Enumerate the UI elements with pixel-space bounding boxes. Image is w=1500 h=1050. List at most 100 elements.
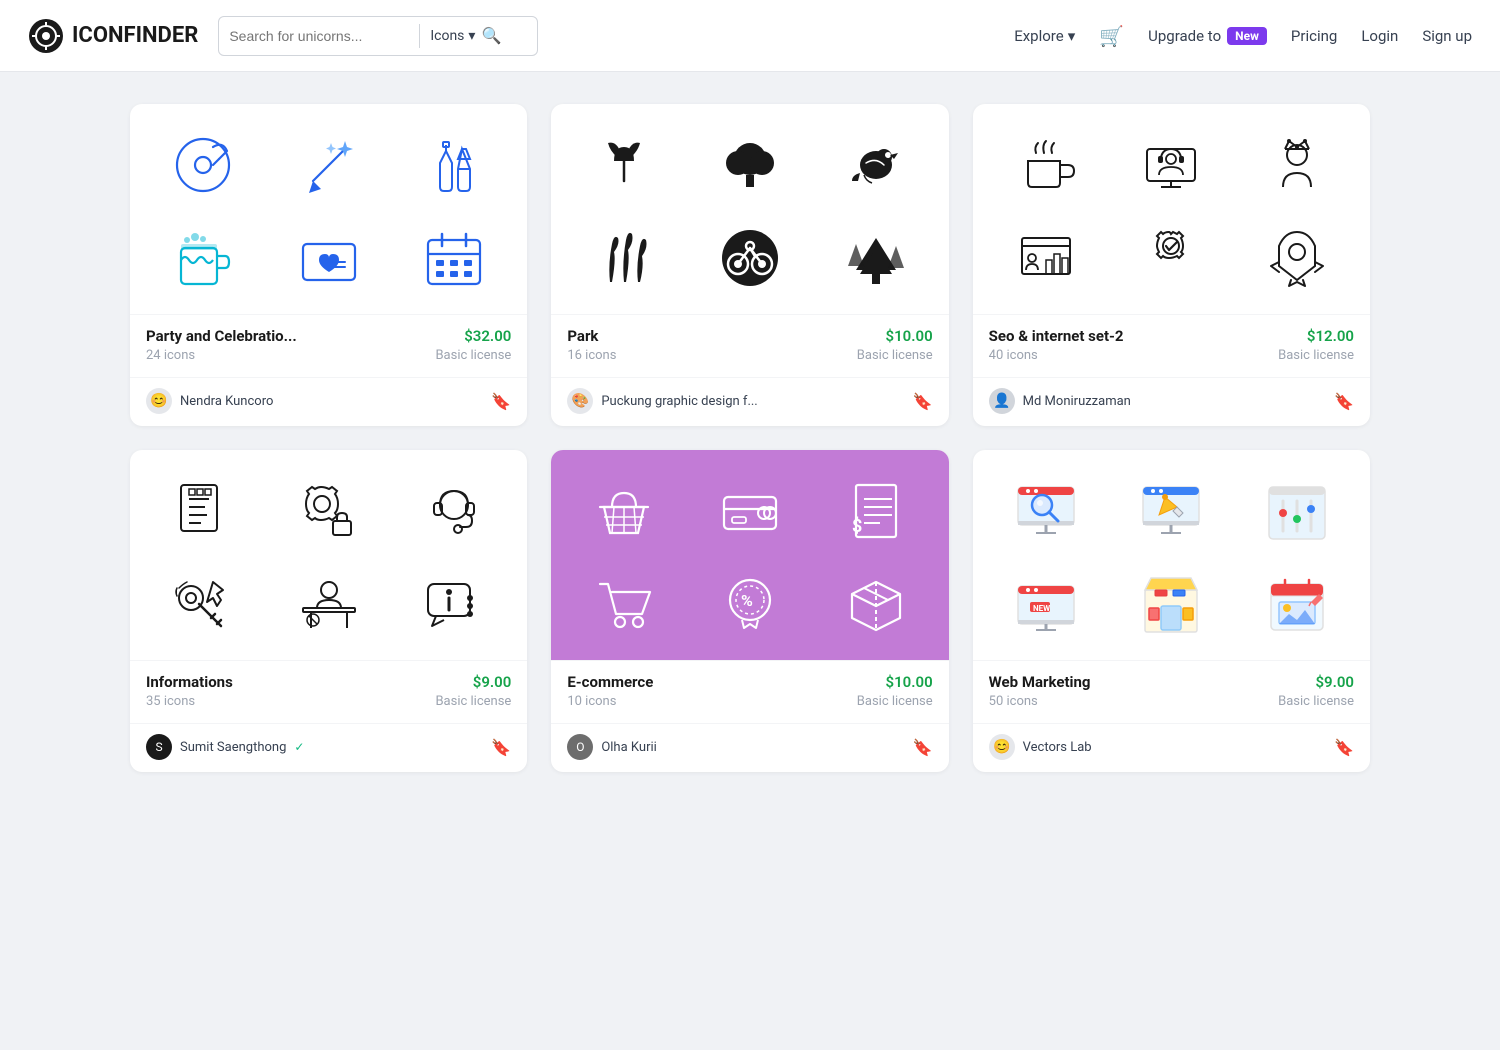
author-avatar: 😊 (146, 388, 172, 414)
search-input[interactable] (229, 28, 409, 44)
chevron-down-icon: ▾ (468, 28, 475, 44)
preview-icon (716, 477, 784, 545)
preview-icon (1263, 224, 1331, 292)
preview-icon (842, 131, 910, 199)
card-party[interactable]: Party and Celebratio... $32.00 24 icons … (130, 104, 527, 426)
card-park[interactable]: Park $10.00 16 icons Basic license 🎨 Puc… (551, 104, 948, 426)
preview-icon (295, 477, 363, 545)
preview-icon (1012, 224, 1080, 292)
card-park-info: Park $10.00 16 icons Basic license (551, 314, 948, 377)
card-price: $12.00 (1307, 327, 1354, 345)
logo-text: ICONFINDER (72, 23, 198, 48)
upgrade-prefix: Upgrade to (1148, 27, 1221, 45)
cart-button[interactable]: 🛒 (1099, 24, 1124, 48)
bookmark-icon[interactable]: 🔖 (1334, 392, 1354, 411)
card-price: $10.00 (886, 673, 933, 691)
icon-packs-grid: Party and Celebratio... $32.00 24 icons … (130, 104, 1370, 772)
card-license: Basic license (435, 694, 511, 709)
preview-icon (420, 570, 488, 638)
search-button[interactable]: 🔍 (481, 26, 501, 45)
search-bar[interactable]: Icons ▾ 🔍 (218, 16, 538, 56)
card-title: Party and Celebratio... (146, 327, 297, 345)
bookmark-icon[interactable]: 🔖 (491, 392, 511, 411)
preview-icon (1012, 477, 1080, 545)
card-license: Basic license (1278, 694, 1354, 709)
login-link[interactable]: Login (1361, 27, 1398, 45)
card-count: 10 icons (567, 694, 616, 709)
author-name: Vectors Lab (1023, 740, 1092, 755)
card-seo-preview (973, 104, 1370, 314)
card-seo-footer: 👤 Md Moniruzzaman 🔖 (973, 377, 1370, 426)
svg-text:%: % (741, 591, 753, 610)
card-title: Informations (146, 673, 233, 691)
preview-icon (169, 224, 237, 292)
preview-icon (1137, 224, 1205, 292)
author-info[interactable]: 😊 Nendra Kuncoro (146, 388, 273, 414)
author-info[interactable]: 👤 Md Moniruzzaman (989, 388, 1131, 414)
signup-link[interactable]: Sign up (1422, 27, 1472, 45)
card-count: 16 icons (567, 348, 616, 363)
search-type-label: Icons (430, 28, 464, 44)
preview-icon (590, 477, 658, 545)
preview-icon (1263, 477, 1331, 545)
card-webmarketing-footer: 😊 Vectors Lab 🔖 (973, 723, 1370, 772)
header: ICONFINDER Icons ▾ 🔍 Explore ▾ 🛒 Upgrade… (0, 0, 1500, 72)
card-license: Basic license (857, 348, 933, 363)
card-party-preview (130, 104, 527, 314)
author-avatar: 😊 (989, 734, 1015, 760)
bookmark-icon[interactable]: 🔖 (491, 738, 511, 757)
bookmark-icon[interactable]: 🔖 (1334, 738, 1354, 757)
preview-icon (1263, 570, 1331, 638)
author-info[interactable]: O Olha Kurii (567, 734, 656, 760)
preview-icon (1137, 131, 1205, 199)
card-count: 50 icons (989, 694, 1038, 709)
card-license: Basic license (1278, 348, 1354, 363)
author-avatar: O (567, 734, 593, 760)
card-informations[interactable]: Informations $9.00 35 icons Basic licens… (130, 450, 527, 772)
author-info[interactable]: 😊 Vectors Lab (989, 734, 1092, 760)
preview-icon (1263, 131, 1331, 199)
main-content: Party and Celebratio... $32.00 24 icons … (90, 72, 1410, 804)
preview-icon (420, 224, 488, 292)
preview-icon (590, 131, 658, 199)
search-type-selector[interactable]: Icons ▾ (430, 28, 475, 44)
nav-explore[interactable]: Explore ▾ (1014, 27, 1075, 45)
preview-icon (169, 570, 237, 638)
explore-label: Explore (1014, 27, 1064, 45)
bookmark-icon[interactable]: 🔖 (913, 738, 933, 757)
author-info[interactable]: 🎨 Puckung graphic design f... (567, 388, 757, 414)
card-park-footer: 🎨 Puckung graphic design f... 🔖 (551, 377, 948, 426)
card-ecommerce-footer: O Olha Kurii 🔖 (551, 723, 948, 772)
author-name: Puckung graphic design f... (601, 394, 757, 409)
svg-text:$: $ (852, 516, 862, 537)
preview-icon (1137, 570, 1205, 638)
card-informations-footer: S Sumit Saengthong ✓ 🔖 (130, 723, 527, 772)
bookmark-icon[interactable]: 🔖 (913, 392, 933, 411)
card-title: Park (567, 327, 598, 345)
card-webmarketing-info: Web Marketing $9.00 50 icons Basic licen… (973, 660, 1370, 723)
card-license: Basic license (435, 348, 511, 363)
card-price: $9.00 (473, 673, 512, 691)
preview-icon: NEW (1012, 570, 1080, 638)
card-informations-preview (130, 450, 527, 660)
pricing-link[interactable]: Pricing (1291, 27, 1337, 45)
card-webmarketing[interactable]: NEW (973, 450, 1370, 772)
card-party-footer: 😊 Nendra Kuncoro 🔖 (130, 377, 527, 426)
card-price: $9.00 (1315, 673, 1354, 691)
card-title: Seo & internet set-2 (989, 327, 1124, 345)
search-divider (419, 24, 420, 48)
author-avatar: S (146, 734, 172, 760)
logo[interactable]: ICONFINDER (28, 18, 198, 54)
author-name: Md Moniruzzaman (1023, 394, 1131, 409)
preview-icon (1012, 131, 1080, 199)
author-name: Nendra Kuncoro (180, 394, 273, 409)
upgrade-button[interactable]: Upgrade to New (1148, 27, 1267, 45)
preview-icon (169, 131, 237, 199)
card-title: E-commerce (567, 673, 653, 691)
card-price: $10.00 (886, 327, 933, 345)
preview-icon (1137, 477, 1205, 545)
preview-icon (590, 224, 658, 292)
author-info[interactable]: S Sumit Saengthong ✓ (146, 734, 304, 760)
card-seo[interactable]: Seo & internet set-2 $12.00 40 icons Bas… (973, 104, 1370, 426)
card-ecommerce[interactable]: $ % (551, 450, 948, 772)
